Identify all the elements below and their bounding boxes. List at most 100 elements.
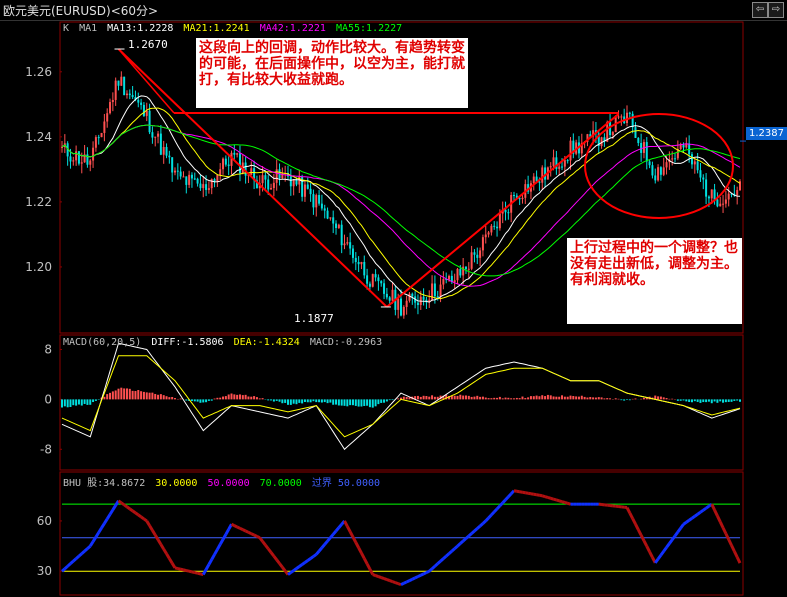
bhu-segment: [140, 515, 145, 521]
price-candle: [219, 169, 222, 175]
price-candle: [631, 113, 634, 128]
price-candle: [343, 243, 346, 246]
price-candle: [250, 168, 253, 175]
bhu-segment: [354, 541, 360, 549]
bhu-segment: [699, 508, 705, 514]
bhu-segment: [453, 544, 459, 550]
bhu-segment: [63, 565, 69, 570]
bhu-segment: [490, 510, 496, 516]
bhu-segment: [275, 558, 281, 565]
bhu-segment: [177, 567, 181, 571]
bhu-segment: [250, 532, 255, 537]
price-candle: [366, 275, 369, 284]
bhu-segment: [151, 529, 157, 536]
price-candle: [439, 284, 442, 297]
bhu-segment: [495, 504, 501, 510]
bhu-segment: [292, 567, 298, 572]
bhu-segment: [278, 562, 284, 569]
bhu-segment: [236, 525, 241, 530]
bhu-segment: [247, 530, 252, 536]
bhu-segment: [484, 516, 490, 522]
bhu-segment: [287, 571, 292, 576]
price-candle: [89, 160, 92, 165]
bhu-segment: [61, 567, 66, 573]
price-candle: [487, 232, 490, 235]
macd-panel-frame: [59, 334, 744, 471]
bhu-segment: [414, 575, 419, 580]
bhu-segment: [539, 493, 543, 498]
bhu-segment: [693, 513, 699, 518]
bhu-segment: [420, 572, 425, 577]
price-candle: [493, 225, 496, 227]
price-candle: [699, 170, 702, 178]
bhu-segment: [326, 536, 332, 543]
bhu-segment: [541, 494, 546, 499]
bhu-segment: [295, 565, 301, 570]
price-candle: [634, 127, 637, 138]
price-candle: [416, 302, 419, 306]
price-candle: [326, 210, 329, 219]
bhu-segment: [194, 571, 198, 575]
bhu-segment: [256, 534, 261, 540]
bhu-segment: [386, 578, 391, 583]
price-candle: [128, 93, 131, 96]
bhu-segment: [372, 573, 377, 577]
price-candle: [657, 167, 660, 181]
bhu-segment: [525, 491, 529, 495]
price-candle: [473, 252, 476, 255]
bhu-segment: [281, 566, 287, 572]
price-candle: [671, 158, 674, 160]
bhu-segment: [100, 522, 106, 529]
bhu-segment: [315, 550, 321, 556]
bhu-segment: [476, 524, 482, 530]
bhu-segment: [168, 557, 174, 564]
price-candle: [388, 297, 391, 301]
legend-k: K: [63, 23, 70, 34]
price-candle: [688, 143, 691, 155]
price-candle: [137, 99, 140, 103]
bhu-segment: [332, 530, 338, 536]
price-candle: [569, 140, 572, 161]
bhu-segment: [710, 503, 716, 511]
bhu-segment: [174, 566, 179, 570]
bhu-segment: [389, 579, 394, 584]
bhu-segment: [668, 538, 674, 545]
price-candle: [216, 174, 219, 182]
price-candle: [154, 136, 157, 138]
price-candle: [507, 212, 510, 214]
price-legend: K MA1 MA13:1.2228 MA21:1.2241 MA42:1.222…: [63, 23, 402, 34]
bhu-legend: BHU 股:34.8672 30.0000 50.0000 70.0000 过界…: [63, 474, 380, 489]
high-label: 1.2670: [128, 38, 168, 51]
bhu-y-tick-label: 60: [37, 514, 52, 528]
low-label: 1.1877: [294, 312, 334, 325]
price-candle: [566, 160, 569, 162]
bhu-segment: [218, 538, 225, 546]
bhu-segment: [403, 580, 408, 585]
price-candle: [448, 275, 451, 280]
price-candle: [479, 250, 482, 258]
bhu-segment: [258, 536, 264, 543]
price-candle: [462, 266, 465, 276]
price-candle: [498, 213, 501, 229]
bhu-segment: [730, 544, 736, 552]
bhu-segment: [380, 576, 385, 580]
bhu-segment: [519, 490, 523, 494]
bhu-segment: [408, 577, 413, 582]
price-candle: [400, 298, 402, 316]
price-candle: [690, 154, 693, 165]
price-candle: [222, 158, 225, 170]
bhu-segment: [705, 504, 710, 510]
bhu-segment: [306, 557, 312, 562]
bhu-segment: [301, 561, 306, 566]
price-candle: [329, 217, 332, 219]
price-candle: [702, 177, 705, 180]
bhu-segment: [75, 555, 80, 560]
price-candle: [442, 279, 445, 285]
price-candle: [385, 293, 388, 298]
price-candle: [196, 178, 199, 184]
bhu-segment: [77, 552, 83, 558]
price-candle: [648, 161, 651, 166]
price-candle: [504, 209, 507, 213]
price-y-tick-label: 1.22: [25, 195, 52, 209]
annotation-note-2: 上行过程中的一个调整？也没有走出新低，调整为主。有利润就收。: [567, 238, 742, 324]
